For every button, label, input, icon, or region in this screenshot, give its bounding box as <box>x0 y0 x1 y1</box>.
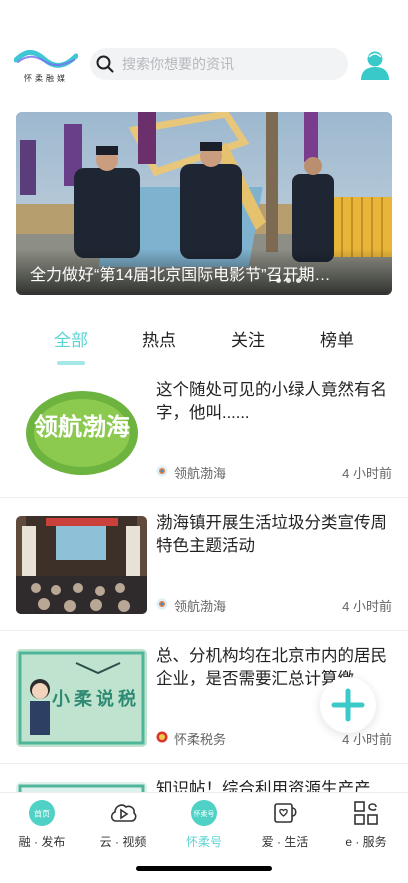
source-name: 领航渤海 <box>174 599 227 614</box>
source-avatar-icon <box>156 598 168 610</box>
source-name: 领航渤海 <box>174 466 227 481</box>
source-name: 怀柔税务 <box>174 732 227 747</box>
life-mug-icon <box>274 803 297 823</box>
news-thumbnail: 领航渤海 <box>16 383 147 481</box>
nav-label: 爱 · 生活 <box>261 835 309 849</box>
nav-item-huairou-account[interactable]: 怀柔号 怀柔号 <box>164 799 244 849</box>
search-bar[interactable] <box>90 48 348 80</box>
nav-label: e · 服务 <box>345 835 387 849</box>
service-grid-icon <box>354 801 378 825</box>
account-badge-text: 怀柔号 <box>194 809 215 818</box>
tax-emblem-icon <box>156 731 168 743</box>
banner-caption: 全力做好“第14届北京国际电影节”召开期… <box>16 249 392 295</box>
news-time: 4 小时前 <box>342 599 392 614</box>
news-thumbnail: 小柔说税 <box>16 649 147 747</box>
home-icon: 首页 <box>29 800 55 826</box>
tab-all[interactable]: 全部 <box>41 326 101 351</box>
thumb-brand-text: 领航渤海 <box>34 413 130 441</box>
app-logo: 怀柔融媒 <box>12 48 82 84</box>
news-title: 这个随处可见的小绿人竟然有名字，他叫...... <box>156 381 387 422</box>
nav-label: 云 · 视频 <box>99 835 147 849</box>
add-button[interactable] <box>320 677 376 733</box>
plus-icon <box>331 688 365 722</box>
huairou-account-icon: 怀柔号 <box>191 800 217 826</box>
thumb-brand-text: 小柔说税 <box>52 688 140 710</box>
search-input[interactable] <box>122 48 342 80</box>
tab-hot[interactable]: 热点 <box>129 326 189 351</box>
home-badge-text: 首页 <box>34 809 50 819</box>
nav-item-video[interactable]: 云 · 视频 <box>83 799 163 849</box>
category-tabs: 全部 热点 关注 榜单 <box>0 322 408 368</box>
nav-label: 融 · 发布 <box>18 835 66 849</box>
nav-item-publish[interactable]: 首页 融 · 发布 <box>2 799 82 849</box>
nav-label: 怀柔号 <box>185 835 222 849</box>
news-title: 渤海镇开展生活垃圾分类宣传周特色主题活动 <box>156 514 387 555</box>
search-icon <box>96 55 114 73</box>
home-indicator <box>136 866 272 871</box>
tab-ranking[interactable]: 榜单 <box>307 326 367 351</box>
user-icon[interactable] <box>358 48 392 82</box>
headline-carousel[interactable]: 全力做好“第14届北京国际电影节”召开期… <box>16 112 392 295</box>
news-item[interactable]: 领航渤海 这个随处可见的小绿人竟然有名字，他叫...... 领航渤海 4 小时前 <box>0 365 408 498</box>
news-item[interactable]: 渤海镇开展生活垃圾分类宣传周特色主题活动 领航渤海 4 小时前 <box>0 498 408 631</box>
news-time: 4 小时前 <box>342 466 392 481</box>
logo-text: 怀柔融媒 <box>24 74 68 83</box>
nav-item-life[interactable]: 爱 · 生活 <box>245 799 325 849</box>
video-cloud-icon <box>110 804 137 822</box>
app-header: 怀柔融媒 <box>0 40 408 88</box>
nav-item-service[interactable]: e · 服务 <box>326 799 406 849</box>
source-avatar-icon <box>156 465 168 477</box>
carousel-indicator <box>276 278 306 284</box>
news-thumbnail <box>16 516 147 614</box>
tab-follow[interactable]: 关注 <box>218 326 278 351</box>
